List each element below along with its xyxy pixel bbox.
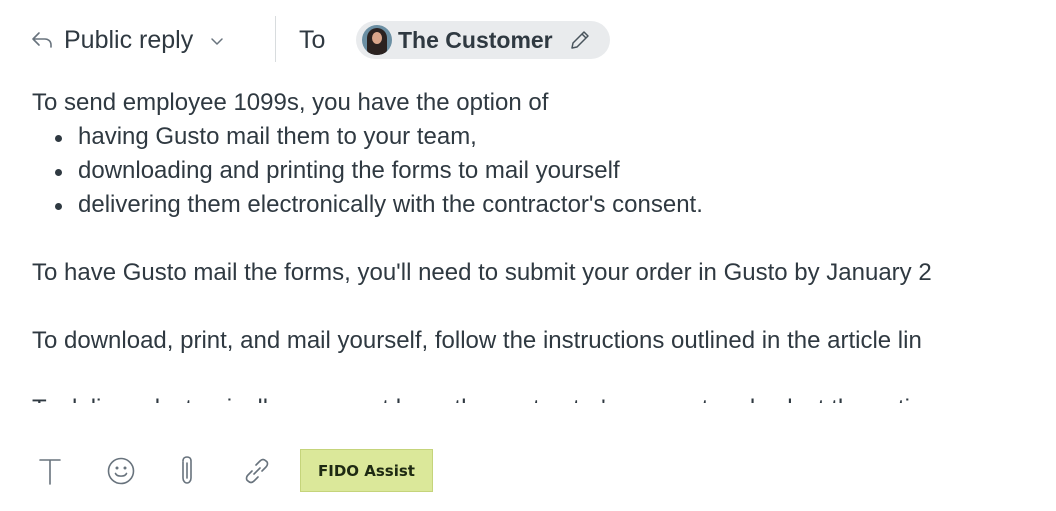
fido-assist-button[interactable]: FIDO Assist [300,449,433,492]
chevron-down-icon [207,31,227,51]
paragraph-mail: To have Gusto mail the forms, you'll nee… [32,259,932,286]
reply-type-selector[interactable]: Public reply [30,22,227,58]
recipient-pill[interactable]: The Customer [356,21,610,59]
customer-avatar [362,25,392,55]
list-item: delivering them electronically with the … [55,188,1056,222]
header-divider [275,16,276,62]
list-item: downloading and printing the forms to ma… [55,154,1056,188]
list-item: having Gusto mail them to your team, [55,120,1056,154]
link-icon[interactable] [237,451,277,491]
reply-header: Public reply To The Customer [0,0,1056,80]
to-label: To [299,26,326,54]
attachment-icon[interactable] [167,451,207,491]
reply-arrow-icon [30,28,54,52]
paragraph-electronic: To deliver electronically, you must have… [32,392,1056,403]
emoji-icon[interactable] [101,451,141,491]
pencil-icon[interactable] [567,27,593,53]
composer-toolbar: FIDO Assist [0,440,1056,504]
message-editor[interactable]: To send employee 1099s, you have the opt… [32,86,1056,403]
reply-type-label: Public reply [64,25,194,54]
paragraph-download: To download, print, and mail yourself, f… [32,327,922,354]
intro-text: To send employee 1099s, you have the opt… [32,89,549,116]
recipient-name: The Customer [398,26,553,53]
options-list: having Gusto mail them to your team, dow… [32,120,1056,222]
text-format-icon[interactable] [30,451,70,491]
